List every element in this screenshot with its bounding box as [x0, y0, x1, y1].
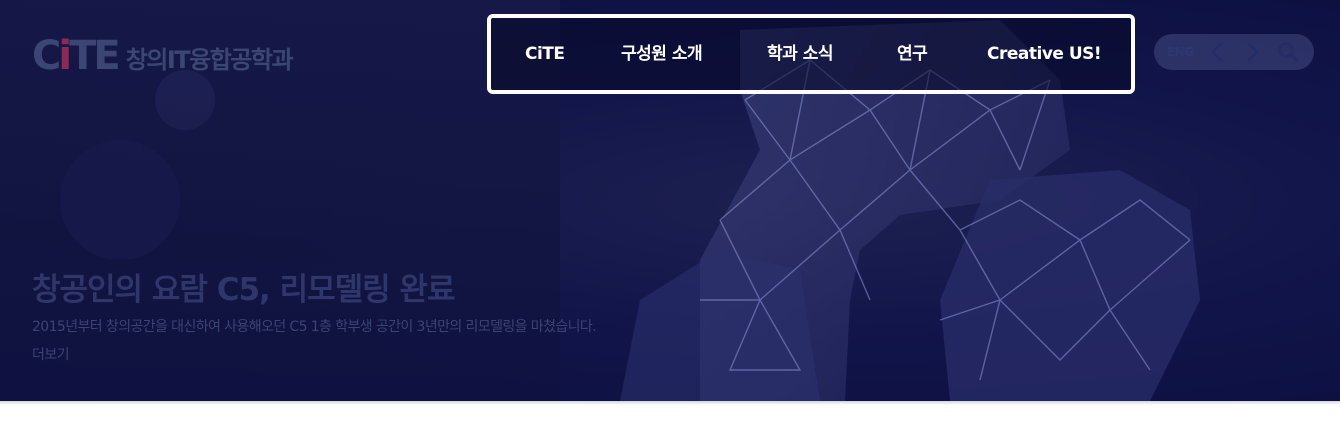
hero-divider: [0, 401, 1340, 405]
read-more-link[interactable]: 더보기: [32, 344, 70, 364]
hero-banner: CiTE 창의IT융합공학과 CiTE 구성원 소개 학과 소식 연구 Crea…: [0, 0, 1340, 401]
chevron-right-icon[interactable]: [1240, 40, 1264, 64]
nav-item-members[interactable]: 구성원 소개: [621, 18, 703, 90]
utility-bar: ENG: [1154, 34, 1314, 70]
logo-text: 창의IT융합공학과: [125, 46, 294, 74]
chevron-left-icon[interactable]: [1206, 40, 1230, 64]
language-toggle[interactable]: ENG: [1167, 45, 1194, 59]
main-navigation: CiTE 구성원 소개 학과 소식 연구 Creative US!: [487, 14, 1135, 94]
slide-description: 2015년부터 창의공간을 대신하여 사용해오던 C5 1층 학부생 공간이 3…: [32, 319, 597, 335]
slide-title: 창공인의 요람 C5, 리모델링 완료: [32, 272, 456, 308]
nav-item-news[interactable]: 학과 소식: [767, 18, 833, 90]
nav-item-creative-us[interactable]: Creative US!: [987, 18, 1102, 90]
logo-mark: CiTE: [32, 33, 121, 79]
nav-item-cite[interactable]: CiTE: [525, 18, 565, 90]
search-icon[interactable]: [1276, 40, 1300, 64]
nav-item-research[interactable]: 연구: [897, 18, 928, 90]
site-logo[interactable]: CiTE 창의IT융합공학과: [32, 33, 294, 79]
